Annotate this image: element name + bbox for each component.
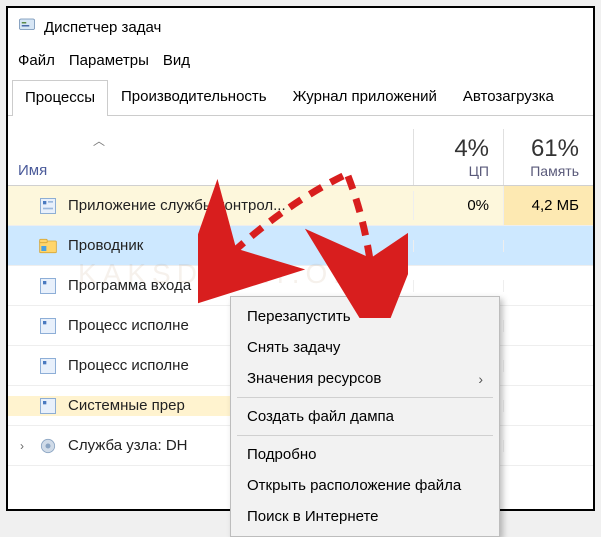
process-name: Приложение службы контрол... [68, 197, 286, 214]
process-name: Программа входа [68, 277, 191, 294]
menu-view[interactable]: Вид [163, 52, 190, 69]
header-cpu[interactable]: 4% ЦП [413, 129, 503, 185]
column-headers: ︿ Имя 4% ЦП 61% Память [8, 116, 593, 186]
sort-caret-icon: ︿ [93, 132, 105, 149]
service-icon [38, 396, 58, 416]
ctx-dump[interactable]: Создать файл дампа [231, 401, 499, 432]
service-icon [38, 276, 58, 296]
ctx-details[interactable]: Подробно [231, 439, 499, 470]
explorer-icon [38, 236, 58, 256]
gear-icon [38, 436, 58, 456]
tab-apphistory[interactable]: Журнал приложений [280, 79, 450, 115]
separator [237, 435, 493, 436]
menubar: Файл Параметры Вид [8, 46, 593, 79]
cpu-cell: 0% [413, 191, 503, 220]
service-icon [38, 356, 58, 376]
separator [237, 397, 493, 398]
table-row[interactable]: Приложение службы контрол... 0% 4,2 МБ [8, 186, 593, 226]
ctx-resources[interactable]: Значения ресурсов › [231, 363, 499, 394]
app-icon [18, 16, 36, 38]
tab-startup[interactable]: Автозагрузка [450, 79, 567, 115]
ctx-search[interactable]: Поиск в Интернете [231, 501, 499, 532]
process-name: Процесс исполне [68, 357, 189, 374]
tabs: Процессы Производительность Журнал прило… [8, 79, 593, 116]
process-name: Служба узла: DH [68, 437, 188, 454]
process-name: Процесс исполне [68, 317, 189, 334]
tab-performance[interactable]: Производительность [108, 79, 280, 115]
ctx-endtask[interactable]: Снять задачу [231, 332, 499, 363]
tab-processes[interactable]: Процессы [12, 80, 108, 116]
context-menu: Перезапустить Снять задачу Значения ресу… [230, 296, 500, 537]
header-name[interactable]: ︿ Имя [8, 156, 413, 185]
header-memory[interactable]: 61% Память [503, 129, 593, 185]
menu-options[interactable]: Параметры [69, 52, 149, 69]
process-name: Системные прер [68, 397, 185, 414]
mem-cell: 4,2 МБ [503, 186, 593, 225]
service-icon [38, 196, 58, 216]
service-icon [38, 316, 58, 336]
chevron-right-icon: › [478, 371, 483, 387]
window-title: Диспетчер задач [44, 19, 161, 36]
table-row[interactable]: Проводник [8, 226, 593, 266]
ctx-openloc[interactable]: Открыть расположение файла [231, 470, 499, 501]
menu-file[interactable]: Файл [18, 52, 55, 69]
process-name: Проводник [68, 237, 143, 254]
titlebar: Диспетчер задач [8, 8, 593, 46]
ctx-restart[interactable]: Перезапустить [231, 301, 499, 332]
task-manager-window: Диспетчер задач Файл Параметры Вид Проце… [6, 6, 595, 511]
